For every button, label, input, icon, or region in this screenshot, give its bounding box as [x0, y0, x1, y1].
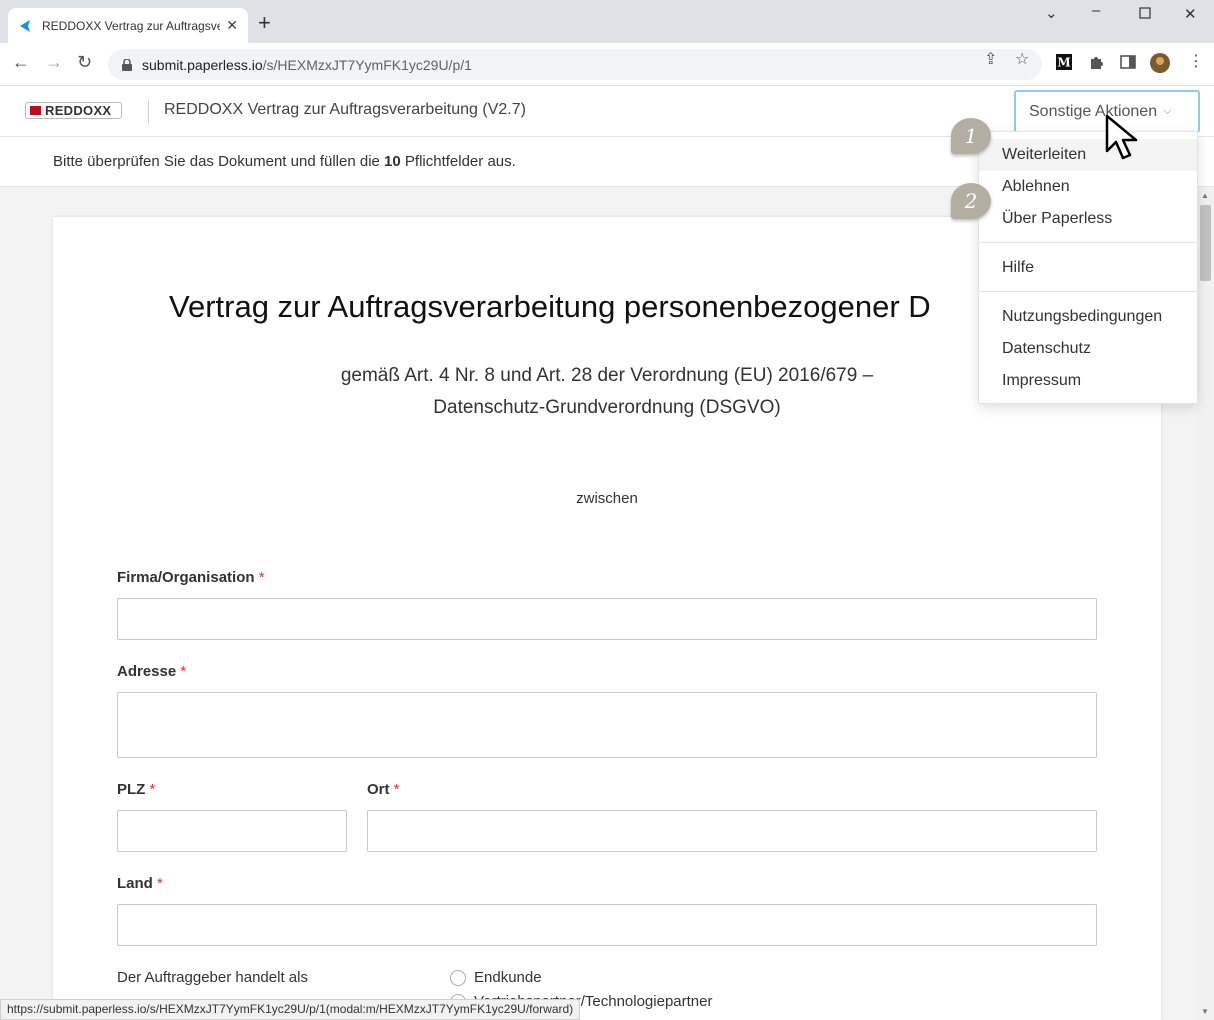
- annotation-badge: 2: [951, 183, 991, 219]
- extensions-puzzle-icon[interactable]: [1088, 54, 1104, 75]
- maximize-icon[interactable]: [1139, 6, 1151, 23]
- menu-item-about[interactable]: Über Paperless: [979, 203, 1197, 235]
- url-host: submit.paperless.io: [142, 56, 263, 73]
- browser-toolbar: ← → ↻ submit.paperless.io/s/HEXMzxJT7Yym…: [0, 43, 1214, 86]
- tab-search-icon[interactable]: ⌄: [1045, 4, 1058, 22]
- mouse-cursor-icon: [1105, 114, 1138, 160]
- menu-item-privacy[interactable]: Datenschutz: [979, 333, 1197, 365]
- client-acts-as-label: Der Auftraggeber handelt als: [117, 969, 308, 986]
- menu-item-imprint[interactable]: Impressum: [979, 365, 1197, 397]
- contract-title: Vertrag zur Auftragsverarbeitung persone…: [169, 289, 931, 324]
- between-text: zwischen: [576, 490, 638, 507]
- page-scrollbar[interactable]: ▲ ▼: [1197, 187, 1214, 1020]
- app-header: REDDOXX REDDOXX Vertrag zur Auftragsvera…: [0, 86, 1214, 137]
- required-marker: *: [157, 875, 163, 892]
- svg-text:M: M: [1057, 56, 1070, 70]
- zip-input[interactable]: [117, 810, 347, 852]
- header-divider: [148, 100, 149, 124]
- profile-avatar-icon[interactable]: [1150, 53, 1170, 78]
- scroll-up-icon[interactable]: ▲: [1201, 191, 1209, 200]
- menu-item-help[interactable]: Hilfe: [979, 252, 1197, 284]
- menu-item-terms[interactable]: Nutzungsbedingungen: [979, 301, 1197, 333]
- chevron-down-icon: ⌵: [1163, 105, 1172, 117]
- country-label: Land *: [117, 875, 163, 892]
- radio-endkunde[interactable]: [450, 970, 466, 986]
- radio-endkunde-label: Endkunde: [474, 969, 542, 986]
- required-marker: *: [393, 781, 400, 798]
- zip-label: PLZ *: [117, 781, 156, 798]
- company-label: Firma/Organisation *: [117, 569, 265, 586]
- instruction-text: Bitte überprüfen Sie das Dokument und fü…: [53, 153, 516, 170]
- other-actions-menu: Weiterleiten Ablehnen Über Paperless Hil…: [978, 131, 1198, 404]
- address-label: Adresse *: [117, 663, 187, 680]
- required-count: 10: [384, 153, 401, 170]
- reddoxx-logo: REDDOXX: [25, 102, 122, 119]
- address-input[interactable]: [117, 692, 1097, 758]
- url-path: /s/HEXMzxJT7YymFK1yc29U/p/1: [262, 56, 472, 73]
- minimize-icon[interactable]: –: [1092, 2, 1100, 19]
- browser-tab-strip: REDDOXX Vertrag zur Auftragsve ✕ + ⌄ – ✕: [0, 0, 1214, 43]
- required-marker: *: [149, 781, 156, 798]
- menu-divider: [979, 242, 1197, 243]
- lock-icon: [122, 58, 132, 71]
- extension-m-icon[interactable]: M: [1056, 54, 1072, 75]
- city-input[interactable]: [367, 810, 1097, 852]
- reddoxx-logo-icon: [30, 106, 41, 115]
- required-marker: *: [180, 663, 187, 680]
- back-icon[interactable]: ←: [12, 52, 30, 73]
- city-label: Ort *: [367, 781, 400, 798]
- menu-item-decline[interactable]: Ablehnen: [979, 171, 1197, 203]
- menu-divider: [979, 291, 1197, 292]
- bookmark-star-icon[interactable]: ☆: [1015, 49, 1029, 69]
- address-bar[interactable]: submit.paperless.io/s/HEXMzxJT7YymFK1yc2…: [108, 49, 1042, 80]
- browser-menu-icon[interactable]: ⋮: [1188, 51, 1204, 71]
- forward-icon[interactable]: →: [45, 52, 63, 73]
- tab-close-icon[interactable]: ✕: [226, 17, 238, 34]
- paperless-favicon-icon: [20, 19, 30, 32]
- reload-icon[interactable]: ↻: [77, 52, 92, 73]
- share-icon[interactable]: ⇪: [984, 49, 997, 69]
- browser-tab[interactable]: REDDOXX Vertrag zur Auftragsve ✕: [8, 8, 248, 43]
- scroll-down-icon[interactable]: ▼: [1201, 1007, 1209, 1016]
- company-input[interactable]: [117, 598, 1097, 640]
- new-tab-icon[interactable]: +: [258, 12, 271, 34]
- document-title: REDDOXX Vertrag zur Auftragsverarbeitung…: [164, 101, 526, 118]
- tab-title: REDDOXX Vertrag zur Auftragsve: [42, 18, 221, 33]
- required-marker: *: [258, 569, 265, 586]
- annotation-badge: 1: [951, 118, 991, 154]
- link-status-bar: https://submit.paperless.io/s/HEXMzxJT7Y…: [0, 999, 581, 1020]
- side-panel-icon[interactable]: [1120, 54, 1136, 75]
- window-close-icon[interactable]: ✕: [1184, 5, 1197, 23]
- scroll-thumb[interactable]: [1200, 205, 1211, 281]
- country-input[interactable]: [117, 904, 1097, 946]
- menu-item-forward[interactable]: Weiterleiten: [979, 139, 1197, 171]
